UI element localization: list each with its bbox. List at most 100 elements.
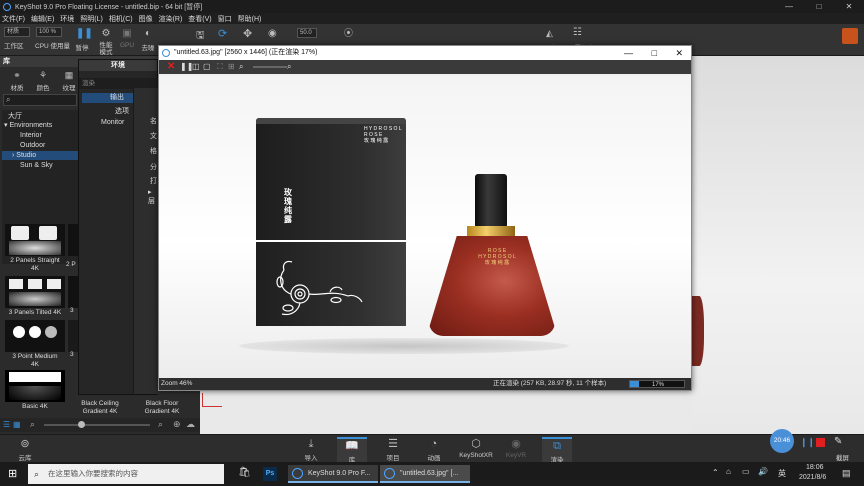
zoom-render-icon[interactable]: ⌕ bbox=[239, 62, 243, 72]
region-icon[interactable]: ◫ bbox=[192, 62, 200, 71]
pause-button[interactable]: ❚❚ 暂停 bbox=[74, 24, 93, 56]
dock-keyshotxr-button[interactable]: ⬡ KeyShotXR bbox=[458, 437, 494, 459]
recorder-timer[interactable]: 20:46 bbox=[770, 429, 794, 453]
env-thumb-black-floor-label[interactable]: Black Floor Gradient 4K bbox=[132, 400, 192, 416]
env-thumb-basic[interactable]: Basic 4K bbox=[5, 370, 65, 420]
tree-item-hall[interactable]: 大厅 bbox=[8, 112, 22, 121]
thumb-size-slider-handle[interactable] bbox=[78, 421, 85, 428]
render-window-close[interactable]: ✕ bbox=[675, 46, 683, 60]
render-zoom-slider[interactable] bbox=[253, 66, 287, 68]
zoom-field[interactable]: 100 % bbox=[36, 27, 62, 37]
zoom-in-render-icon[interactable]: ⌕ bbox=[287, 62, 291, 72]
fit-icon[interactable]: ⛶ bbox=[217, 62, 223, 72]
store-icon[interactable]: 🛍 bbox=[238, 467, 251, 478]
clock-time[interactable]: 18:06 bbox=[806, 464, 824, 471]
dock-project-button[interactable]: ☰ 项目 bbox=[378, 437, 408, 462]
target-icon[interactable]: ⦿ bbox=[344, 26, 353, 39]
eye-icon[interactable]: ◉ bbox=[268, 28, 277, 39]
zoom-in-icon[interactable]: ⌕ bbox=[158, 419, 163, 430]
menu-view[interactable]: 查看(V) bbox=[188, 14, 211, 24]
recorder-stop-icon[interactable] bbox=[816, 438, 825, 447]
clock-date[interactable]: 2021/8/6 bbox=[799, 474, 826, 481]
env-thumb-3-panels-tilted[interactable]: 3 Panels Tilted 4K bbox=[5, 276, 65, 326]
workspace-button[interactable]: 工作区 bbox=[4, 40, 24, 54]
env-thumb-partial[interactable] bbox=[68, 276, 78, 308]
env-thumb-partial[interactable] bbox=[68, 224, 78, 256]
tray-network-icon[interactable]: ⌂ bbox=[726, 467, 731, 476]
taskbar-render-window-app[interactable]: "untitled.63.jpg" [... bbox=[380, 465, 470, 483]
actual-size-icon[interactable]: ⊞ bbox=[228, 62, 235, 71]
menu-camera[interactable]: 相机(C) bbox=[109, 14, 133, 24]
windows-start-icon[interactable]: ⊞ bbox=[8, 467, 17, 480]
gpu-button[interactable]: ▣ GPU bbox=[119, 24, 135, 56]
tree-item-studio[interactable]: › Studio bbox=[2, 151, 78, 160]
menu-lighting[interactable]: 照明(L) bbox=[80, 14, 103, 24]
menu-help[interactable]: 帮助(H) bbox=[238, 14, 262, 24]
cloud-icon[interactable]: ☁ bbox=[186, 419, 195, 430]
geometry-icon[interactable]: ◭ bbox=[546, 28, 553, 39]
taskbar-search-input[interactable]: ⌕ 在这里输入你要搜索的内容 bbox=[28, 464, 224, 484]
material-field[interactable]: 材质 bbox=[4, 27, 30, 37]
env-thumb-black-ceiling-label[interactable]: Black Ceiling Gradient 4K bbox=[70, 400, 130, 416]
screenshot-label[interactable]: 截屏 bbox=[836, 452, 849, 462]
env-thumb-partial[interactable] bbox=[68, 320, 78, 352]
library-book-icon: 📖 bbox=[345, 440, 359, 452]
notification-icon[interactable]: ▤ bbox=[842, 468, 851, 479]
save-icon[interactable]: 🖫 bbox=[196, 28, 205, 45]
denoise-button[interactable]: ◐ 去噪 bbox=[140, 24, 156, 56]
menu-window[interactable]: 窗口 bbox=[218, 14, 232, 24]
zoom-out-icon[interactable]: ⌕ bbox=[30, 419, 35, 430]
library-footer: ☰ ▦ ⌕ ⌕ ⊕ ☁ bbox=[0, 418, 200, 432]
tree-item-environments[interactable]: ▾ Environments bbox=[4, 121, 52, 130]
denoise-icon: ◐ bbox=[144, 28, 152, 39]
refresh-icon[interactable]: ⟳ bbox=[218, 27, 227, 40]
add-icon[interactable]: ⊕ bbox=[173, 419, 181, 430]
photoshop-icon[interactable]: Ps bbox=[263, 467, 277, 481]
render-item-options[interactable]: 选项 bbox=[115, 106, 129, 116]
perf-label: 性能 模式 bbox=[99, 42, 113, 56]
render-window-maximize[interactable]: □ bbox=[652, 46, 657, 60]
dock-keyvr-button[interactable]: ◉ KeyVR bbox=[501, 437, 531, 459]
menu-environment[interactable]: 环境 bbox=[60, 14, 74, 24]
tree-item-outdoor[interactable]: Outdoor bbox=[20, 141, 45, 150]
cloud-library-button[interactable]: ⊚ 云库 bbox=[10, 437, 40, 462]
move-icon[interactable]: ✥ bbox=[243, 27, 252, 40]
env-thumb-2-panels-straight[interactable]: 2 Panels Straight 4K bbox=[5, 224, 65, 274]
tree-item-interior[interactable]: Interior bbox=[20, 131, 42, 140]
keyshot-cloud-icon[interactable] bbox=[842, 28, 858, 44]
dock-animation-button[interactable]: ◔ 动画 bbox=[419, 437, 449, 462]
thumb-size-slider[interactable] bbox=[44, 424, 150, 426]
tree-item-sun-sky[interactable]: Sun & Sky bbox=[20, 161, 53, 170]
pencil-icon[interactable]: ✎ bbox=[834, 436, 842, 447]
render-window-minimize[interactable]: — bbox=[624, 46, 633, 60]
ime-indicator[interactable]: 英 bbox=[778, 468, 786, 479]
grid-view-icon[interactable]: ▦ bbox=[13, 420, 21, 429]
tray-display-icon[interactable]: ▭ bbox=[742, 467, 750, 476]
close-button[interactable]: ✕ bbox=[834, 2, 864, 11]
menu-image[interactable]: 图像 bbox=[139, 14, 153, 24]
render-item-monitor[interactable]: Monitor bbox=[101, 119, 124, 126]
dock-import-button[interactable]: ⤓ 导入 bbox=[296, 437, 326, 462]
dock-library-button[interactable]: 📖 库 bbox=[337, 437, 367, 464]
frame-icon[interactable]: ▢ bbox=[203, 62, 211, 71]
recorder-pause-icon[interactable]: ❙❙ bbox=[800, 437, 815, 448]
menu-file[interactable]: 文件(F) bbox=[2, 14, 25, 24]
dock-import-label: 导入 bbox=[304, 455, 318, 462]
cpu-usage-button[interactable]: CPU 使用量 bbox=[35, 40, 70, 54]
project-icon: ☰ bbox=[388, 438, 398, 450]
menu-render[interactable]: 渲染(R) bbox=[159, 14, 183, 24]
library-search-input[interactable]: ⌕ bbox=[3, 94, 77, 106]
dock-render-button[interactable]: ⧉ 渲染 bbox=[542, 437, 572, 464]
env-thumb-3-point-medium[interactable]: 3 Point Medium 4K bbox=[5, 320, 65, 370]
performance-mode-button[interactable]: ⚙ 性能 模式 bbox=[96, 24, 116, 56]
minimize-button[interactable]: — bbox=[774, 2, 804, 11]
tray-volume-icon[interactable]: 🔊 bbox=[758, 467, 768, 476]
stop-icon[interactable]: ✕ bbox=[167, 61, 175, 72]
tray-up-icon[interactable]: ⌃ bbox=[712, 468, 719, 477]
taskbar-keyshot-app[interactable]: KeyShot 9.0 Pro F... bbox=[288, 465, 378, 483]
menu-edit[interactable]: 编辑(E) bbox=[31, 14, 54, 24]
maximize-button[interactable]: □ bbox=[804, 2, 834, 11]
value-field[interactable]: 50.0 bbox=[297, 28, 317, 38]
list-view-icon[interactable]: ☰ bbox=[3, 420, 10, 429]
configurator-icon[interactable]: ☷ bbox=[573, 27, 582, 38]
